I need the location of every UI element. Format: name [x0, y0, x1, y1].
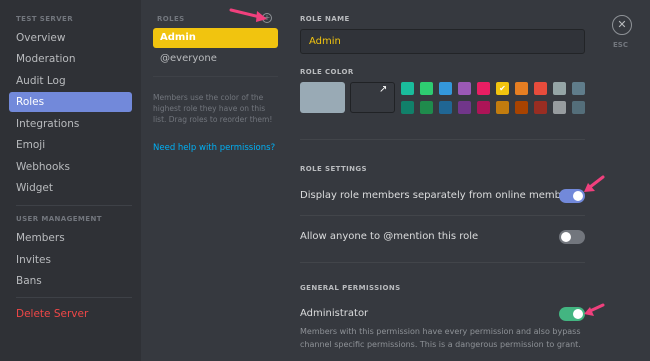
user-management-header: USER MANAGEMENT — [16, 215, 102, 223]
sidebar-item-roles[interactable]: Roles — [9, 92, 132, 112]
color-swatch[interactable] — [572, 101, 585, 114]
role-item-admin[interactable]: Admin — [153, 28, 278, 48]
setting-hoist-label: Display role members separately from onl… — [300, 190, 577, 201]
color-swatch[interactable] — [553, 101, 566, 114]
delete-server-button[interactable]: Delete Server — [9, 304, 132, 324]
checkmark-icon: ✔ — [499, 84, 506, 93]
color-swatch[interactable] — [496, 101, 509, 114]
eyedropper-icon: ↗ — [379, 84, 388, 95]
sidebar-item-overview[interactable]: Overview — [9, 28, 132, 48]
permission-administrator-label: Administrator — [300, 308, 369, 319]
role-color-label: ROLE COLOR — [300, 68, 354, 76]
sidebar-item-webhooks[interactable]: Webhooks — [9, 157, 132, 177]
section-divider — [300, 262, 585, 263]
sidebar-item-members[interactable]: Members — [9, 228, 132, 248]
annotation-arrow-icon — [229, 8, 267, 22]
close-icon[interactable]: ✕ — [612, 15, 632, 35]
settings-sidebar: TEST SERVER Overview Moderation Audit Lo… — [0, 0, 141, 361]
color-swatch[interactable] — [439, 101, 452, 114]
color-swatch[interactable] — [401, 82, 414, 95]
color-swatch[interactable] — [401, 101, 414, 114]
toggle-knob — [561, 232, 571, 242]
color-swatch[interactable] — [477, 101, 490, 114]
sidebar-item-invites[interactable]: Invites — [9, 250, 132, 270]
color-swatch[interactable] — [572, 82, 585, 95]
administrator-description: Members with this permission have every … — [300, 327, 581, 349]
mentionable-toggle[interactable] — [559, 230, 585, 244]
roles-divider — [153, 76, 278, 77]
server-name-header: TEST SERVER — [16, 15, 74, 23]
color-swatch[interactable] — [534, 82, 547, 95]
role-settings-label: ROLE SETTINGS — [300, 165, 368, 173]
roles-list-panel: ROLES + Admin @everyone Members use the … — [141, 0, 288, 361]
roles-help-text: Members use the color of the highest rol… — [153, 93, 273, 124]
setting-divider — [300, 215, 585, 216]
color-swatch[interactable] — [534, 101, 547, 114]
color-swatch[interactable] — [477, 82, 490, 95]
color-swatch[interactable] — [458, 82, 471, 95]
sidebar-item-bans[interactable]: Bans — [9, 271, 132, 291]
sidebar-divider — [16, 297, 132, 298]
sidebar-divider — [16, 205, 132, 206]
color-swatch[interactable] — [420, 82, 433, 95]
annotation-arrow-icon — [584, 175, 605, 192]
role-item-everyone[interactable]: @everyone — [153, 49, 278, 69]
role-name-label: ROLE NAME — [300, 15, 350, 23]
color-swatch[interactable] — [458, 101, 471, 114]
color-swatch[interactable] — [515, 101, 528, 114]
sidebar-item-emoji[interactable]: Emoji — [9, 135, 132, 155]
setting-mentionable-label: Allow anyone to @mention this role — [300, 231, 479, 242]
sidebar-item-integrations[interactable]: Integrations — [9, 114, 132, 134]
sidebar-item-audit-log[interactable]: Audit Log — [9, 71, 132, 91]
role-name-input[interactable] — [300, 29, 585, 54]
sidebar-item-moderation[interactable]: Moderation — [9, 49, 132, 69]
annotation-arrow-icon — [584, 303, 605, 316]
esc-label: ESC — [613, 41, 628, 49]
color-swatch[interactable] — [515, 82, 528, 95]
default-color-swatch[interactable] — [300, 82, 345, 113]
custom-color-swatch[interactable]: ↗ — [350, 82, 395, 113]
color-swatch[interactable] — [553, 82, 566, 95]
permissions-help-link[interactable]: Need help with permissions? — [153, 143, 275, 153]
sidebar-item-widget[interactable]: Widget — [9, 178, 132, 198]
roles-header: ROLES — [157, 15, 185, 23]
color-swatch[interactable]: ✔ — [496, 82, 509, 95]
color-swatch[interactable] — [439, 82, 452, 95]
general-permissions-label: GENERAL PERMISSIONS — [300, 284, 401, 292]
color-swatch[interactable] — [420, 101, 433, 114]
section-divider — [300, 139, 585, 140]
